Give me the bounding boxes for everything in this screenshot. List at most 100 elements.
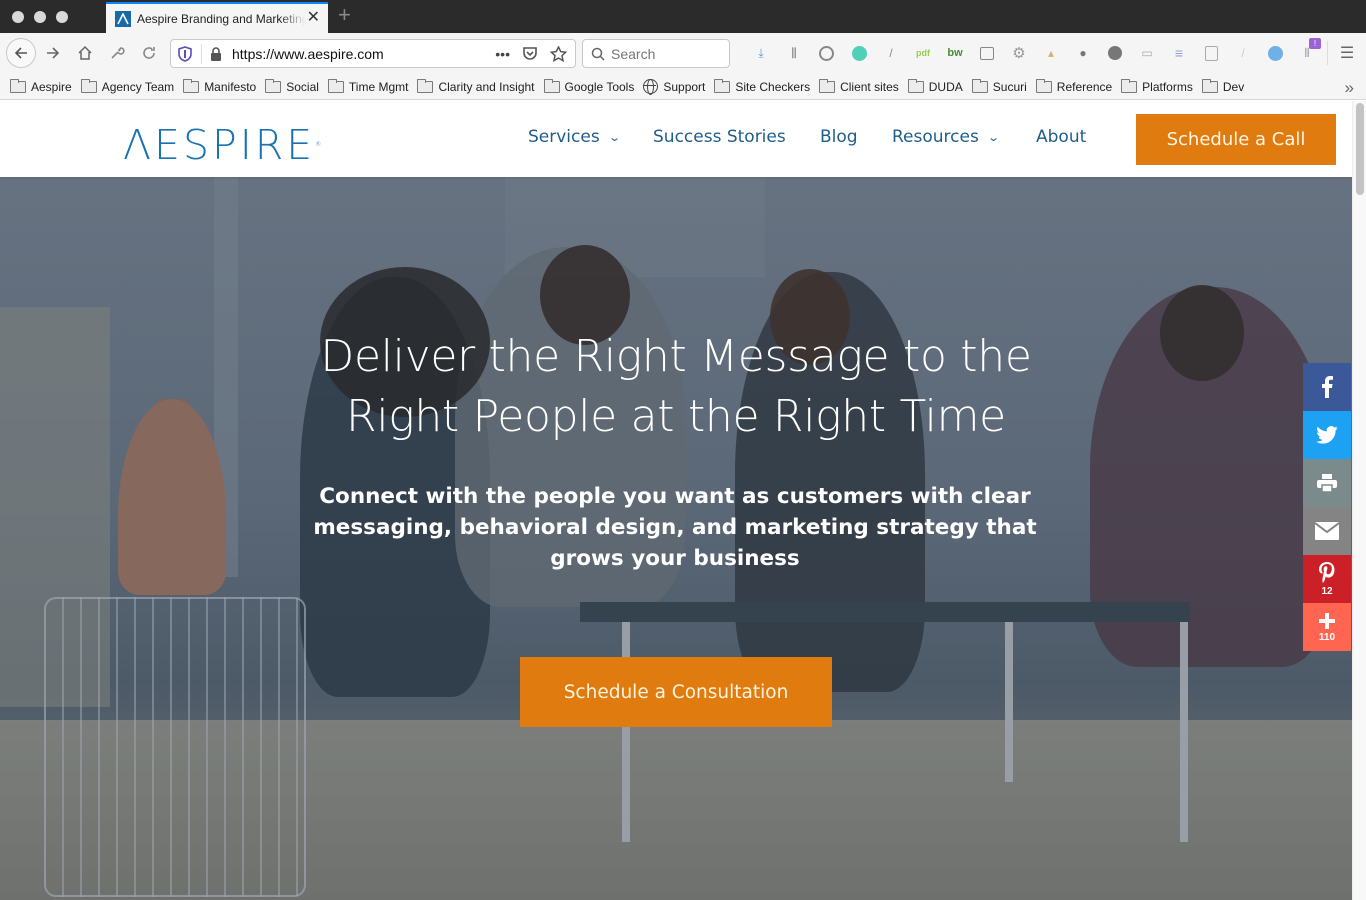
eyedropper-extension-icon[interactable]: /	[882, 44, 900, 62]
window-minimize-button[interactable]	[34, 11, 46, 23]
extension-badge: !	[1309, 38, 1321, 49]
bookmark-label: DUDA	[928, 79, 963, 94]
aespire-logo[interactable]: ΛESPIRE®	[123, 123, 321, 167]
registered-mark: ®	[315, 141, 322, 148]
scrollbar-thumb[interactable]	[1356, 103, 1364, 195]
bookmark-item[interactable]: Platforms	[1121, 78, 1193, 94]
hero-subheading: Connect with the people you want as cust…	[313, 484, 1037, 571]
bookmark-item[interactable]: DUDA	[907, 78, 963, 94]
hamburger-menu-icon[interactable]: ☰	[1338, 44, 1356, 62]
bookmark-label: Agency Team	[101, 79, 175, 94]
bookmark-item[interactable]: Sucuri	[971, 78, 1027, 94]
tab-close-icon[interactable]: ✕	[307, 10, 320, 26]
bookmark-item[interactable]: Time Mgmt	[327, 78, 408, 94]
nav-resources[interactable]: Resources ⌄	[892, 127, 1000, 147]
pen-extension-icon[interactable]: /	[1234, 44, 1252, 62]
nav-services[interactable]: Services ⌄	[528, 127, 621, 147]
grammarly-extension-icon[interactable]	[850, 44, 868, 62]
forward-button[interactable]	[42, 39, 64, 67]
bookmark-item[interactable]: Reference	[1035, 78, 1113, 94]
page-scrollbar[interactable]	[1352, 101, 1366, 900]
address-bar[interactable]: https://www.aespire.com •••	[170, 39, 576, 68]
page-actions-menu-icon[interactable]: •••	[495, 46, 510, 62]
twitter-icon	[1316, 426, 1338, 444]
nav-about[interactable]: About	[1036, 127, 1086, 147]
folder-icon	[907, 78, 924, 93]
schedule-call-button[interactable]: Schedule a Call	[1136, 114, 1336, 165]
bookmark-item[interactable]: Support	[643, 79, 705, 95]
share-pinterest-button[interactable]: 12	[1303, 555, 1351, 603]
nav-blog[interactable]: Blog	[820, 127, 858, 147]
folder-icon	[265, 78, 282, 93]
pocket-icon[interactable]	[522, 46, 538, 61]
url-text[interactable]: https://www.aespire.com	[232, 46, 495, 62]
pinterest-share-count: 12	[1321, 585, 1333, 597]
r-extension-icon[interactable]	[1266, 44, 1284, 62]
folder-icon	[543, 78, 560, 93]
bookmark-item[interactable]: Aespire	[10, 78, 72, 94]
book-extension-icon[interactable]: ▭	[1138, 44, 1156, 62]
settings-gear-extension-icon[interactable]: ⚙	[1010, 44, 1028, 62]
print-icon	[1317, 474, 1337, 492]
share-facebook-button[interactable]	[1303, 363, 1351, 411]
folder-icon	[714, 78, 731, 93]
nav-success-stories[interactable]: Success Stories	[653, 127, 786, 147]
calendar-extension-icon[interactable]	[1202, 44, 1220, 62]
browser-tab-strip: Aespire Branding and Marketing ✕ +	[0, 0, 1366, 33]
library-icon[interactable]: ⫼	[785, 44, 803, 62]
window-zoom-button[interactable]	[56, 11, 68, 23]
onepassword-extension-icon[interactable]	[817, 44, 835, 62]
broom-extension-icon[interactable]: ▴	[1042, 44, 1060, 62]
reload-button[interactable]	[138, 39, 160, 67]
bookmarks-toolbar: Aespire Agency Team Manifesto Social Time Mg…	[0, 74, 1366, 100]
hero-headline: Deliver the Right Message to the Right P…	[0, 327, 1352, 447]
bookmark-label: Platforms	[1142, 79, 1193, 94]
browser-toolbar: https://www.aespire.com ••• Search ⤓ ⫼ /…	[0, 33, 1366, 74]
schedule-consultation-button[interactable]: Schedule a Consultation	[520, 657, 832, 727]
downloads-icon[interactable]: ⤓	[752, 44, 770, 62]
account-extension-icon[interactable]	[1106, 44, 1124, 62]
back-button[interactable]	[6, 38, 36, 68]
back-arrow-icon	[14, 47, 27, 59]
pdf-extension-icon[interactable]: pdf	[914, 44, 932, 62]
lock-icon[interactable]	[208, 46, 224, 61]
chevron-down-icon: ⌄	[607, 130, 621, 144]
bookmark-item[interactable]: Site Checkers	[714, 78, 811, 94]
folder-icon	[80, 78, 97, 93]
bookmark-label: Google Tools	[564, 79, 635, 94]
new-tab-plus-icon[interactable]: +	[338, 4, 351, 26]
bookmark-label: Sucuri	[992, 79, 1027, 94]
builtwith-extension-icon[interactable]: bw	[946, 44, 964, 62]
globe-icon	[643, 79, 659, 95]
customize-button[interactable]	[106, 39, 128, 67]
home-button[interactable]	[74, 39, 96, 67]
tracking-protection-shield-icon[interactable]	[171, 45, 199, 62]
stack-extension-icon[interactable]: ≡	[1170, 44, 1188, 62]
share-email-button[interactable]	[1303, 507, 1351, 555]
bookmark-item[interactable]: Dev	[1201, 78, 1244, 94]
browser-tab-active[interactable]: Aespire Branding and Marketing ✕	[106, 2, 328, 33]
window-close-button[interactable]	[12, 11, 24, 23]
bookmark-item[interactable]: Manifesto	[183, 78, 256, 94]
social-share-bar: 12 110	[1303, 363, 1351, 651]
email-icon	[1315, 522, 1339, 540]
bookmark-star-icon[interactable]	[550, 45, 567, 62]
bookmark-label: Social	[286, 79, 319, 94]
bubbles-extension-icon[interactable]: ●	[1074, 44, 1092, 62]
bookmark-item[interactable]: Google Tools	[543, 78, 635, 94]
bookmark-item[interactable]: Agency Team	[80, 78, 175, 94]
bookmark-label: Site Checkers	[735, 79, 811, 94]
share-more-button[interactable]: 110	[1303, 603, 1351, 651]
share-print-button[interactable]	[1303, 459, 1351, 507]
bookmark-item[interactable]: Social	[265, 78, 319, 94]
site-header: ΛESPIRE® Services ⌄ Success Stories Blog …	[0, 101, 1352, 177]
fence-extension-icon[interactable]: ⫴!	[1298, 38, 1321, 62]
bookmark-item[interactable]: Client sites	[819, 78, 899, 94]
search-placeholder: Search	[611, 45, 656, 62]
bookmarks-overflow-chevron-icon[interactable]: »	[1345, 78, 1354, 98]
bookmark-label: Reference	[1056, 79, 1113, 94]
bookmark-item[interactable]: Clarity and Insight	[417, 78, 535, 94]
reader-view-icon[interactable]	[978, 44, 996, 62]
share-twitter-button[interactable]	[1303, 411, 1351, 459]
search-input[interactable]: Search	[582, 39, 730, 68]
